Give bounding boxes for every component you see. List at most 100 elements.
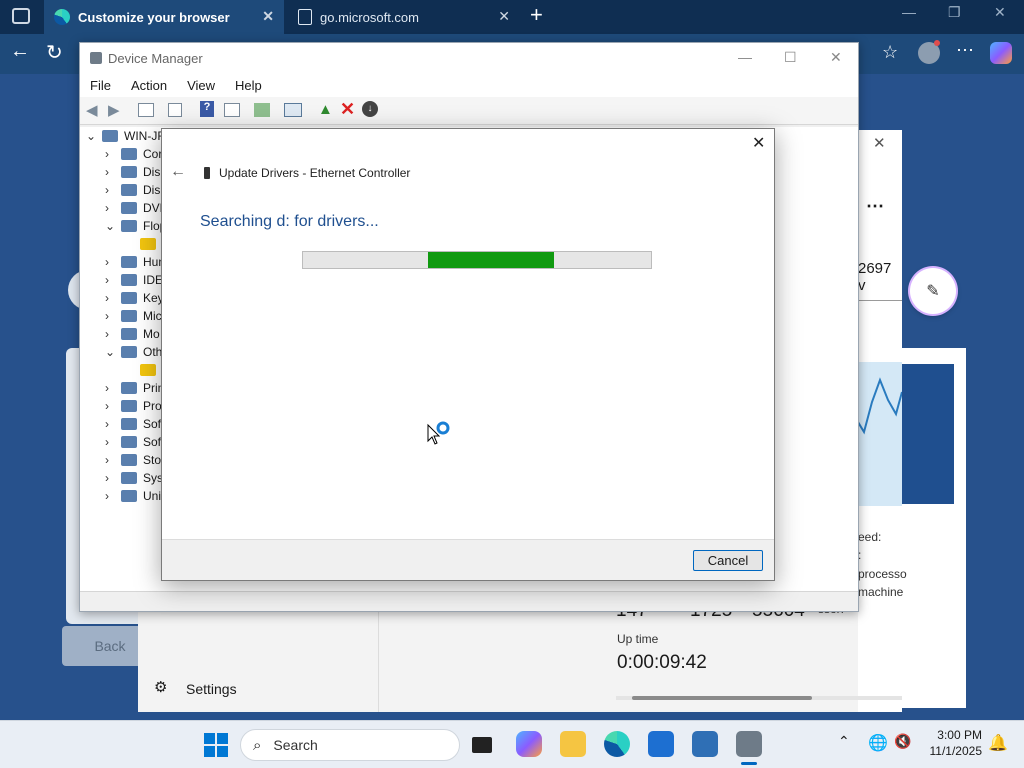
cancel-button[interactable]: Cancel bbox=[693, 550, 763, 571]
chevron-right-icon[interactable]: › bbox=[105, 165, 115, 179]
tree-item[interactable]: ⌄ Oth bbox=[105, 343, 162, 361]
tree-item[interactable]: › Syst bbox=[105, 469, 166, 487]
chevron-right-icon[interactable]: › bbox=[105, 291, 115, 305]
tree-item[interactable]: ⌄ Flop bbox=[105, 217, 166, 235]
copilot-icon[interactable] bbox=[516, 731, 542, 757]
download-icon[interactable]: ↓ bbox=[362, 101, 378, 117]
close-icon[interactable]: ✕ bbox=[994, 4, 1006, 21]
tree-item[interactable]: › IDE bbox=[105, 271, 163, 289]
device-category-icon bbox=[121, 202, 137, 214]
menu-view[interactable]: View bbox=[187, 78, 215, 93]
edge-icon[interactable] bbox=[604, 731, 630, 757]
scrollbar-thumb[interactable] bbox=[632, 696, 812, 700]
tree-item[interactable]: › Univ bbox=[105, 487, 167, 505]
cpu-graph bbox=[858, 362, 902, 506]
update-driver-icon[interactable] bbox=[254, 103, 270, 117]
maximize-icon[interactable]: ❐ bbox=[948, 4, 961, 21]
tab-actions-button[interactable] bbox=[12, 8, 30, 24]
server-manager-icon[interactable] bbox=[692, 731, 718, 757]
tree-item[interactable] bbox=[124, 235, 162, 253]
close-icon[interactable]: ✕ bbox=[752, 133, 765, 153]
back-arrow-icon[interactable]: ← bbox=[10, 40, 30, 63]
volume-muted-icon[interactable]: 🔇 bbox=[894, 733, 911, 750]
chevron-right-icon[interactable]: › bbox=[105, 309, 115, 323]
back-icon[interactable]: ◀ bbox=[86, 101, 98, 119]
close-icon[interactable]: ✕ bbox=[830, 49, 842, 66]
browser-tab-bar: Customize your browser ✕ go.microsoft.co… bbox=[0, 0, 1024, 34]
tree-item[interactable]: › Mo bbox=[105, 325, 160, 343]
notification-bell-icon[interactable]: 🔔 bbox=[988, 733, 1008, 753]
settings-nav-label[interactable]: Settings bbox=[186, 681, 237, 697]
list-view-icon[interactable] bbox=[168, 103, 182, 117]
favorites-icon[interactable]: ☆ bbox=[882, 42, 898, 63]
chevron-right-icon[interactable]: › bbox=[105, 435, 115, 449]
maximize-icon[interactable]: ☐ bbox=[784, 49, 797, 66]
chevron-right-icon[interactable]: › bbox=[105, 471, 115, 485]
chevron-up-icon[interactable]: ⌃ bbox=[838, 733, 850, 750]
clock[interactable]: 3:00 PM 11/1/2025 bbox=[920, 727, 983, 759]
menu-help[interactable]: Help bbox=[235, 78, 262, 93]
tree-item[interactable]: ⌄ WIN-JR bbox=[86, 127, 166, 145]
scan-hardware-icon[interactable] bbox=[284, 103, 302, 117]
tree-item[interactable] bbox=[124, 361, 162, 379]
tree-item[interactable]: › Disl bbox=[105, 163, 163, 181]
uninstall-icon[interactable]: ✕ bbox=[340, 99, 355, 120]
more-options-icon[interactable]: ⋯ bbox=[956, 40, 974, 61]
chevron-right-icon[interactable]: › bbox=[105, 183, 115, 197]
back-arrow-icon[interactable]: ← bbox=[170, 163, 186, 181]
properties-icon[interactable] bbox=[138, 103, 154, 117]
store-icon[interactable] bbox=[648, 731, 674, 757]
chevron-right-icon[interactable]: › bbox=[105, 399, 115, 413]
copilot-icon[interactable] bbox=[990, 42, 1012, 64]
cpu-speed-fragment: 2697 v bbox=[858, 260, 892, 294]
menu-action[interactable]: Action bbox=[131, 78, 167, 93]
refresh-icon[interactable]: ↻ bbox=[46, 40, 63, 65]
tree-item[interactable]: › Soft bbox=[105, 415, 164, 433]
chevron-down-icon[interactable]: ⌄ bbox=[105, 345, 115, 359]
minimize-icon[interactable]: — bbox=[738, 49, 752, 65]
start-button[interactable] bbox=[204, 733, 228, 757]
search-box[interactable]: ⌕ Search bbox=[240, 729, 460, 761]
tree-item[interactable]: › Pro bbox=[105, 397, 162, 415]
minimize-icon[interactable]: — bbox=[902, 4, 916, 20]
tree-item[interactable]: › Key bbox=[105, 289, 164, 307]
chevron-right-icon[interactable]: › bbox=[105, 489, 115, 503]
resources-icon[interactable] bbox=[224, 103, 240, 117]
chevron-down-icon[interactable]: ⌄ bbox=[105, 219, 115, 233]
device-category-icon bbox=[121, 490, 137, 502]
chevron-down-icon[interactable]: ⌄ bbox=[86, 129, 96, 143]
tree-item[interactable]: › DVD bbox=[105, 199, 168, 217]
chevron-right-icon[interactable]: › bbox=[105, 327, 115, 341]
help-icon[interactable]: ? bbox=[200, 101, 214, 117]
tree-item[interactable]: › Hun bbox=[105, 253, 165, 271]
close-tab-icon[interactable]: ✕ bbox=[262, 8, 274, 25]
close-tab-icon[interactable]: ✕ bbox=[498, 8, 510, 25]
close-icon[interactable]: ✕ bbox=[873, 134, 886, 152]
more-options-icon[interactable]: ⋯ bbox=[866, 196, 884, 217]
chevron-right-icon[interactable]: › bbox=[105, 273, 115, 287]
chevron-right-icon[interactable]: › bbox=[105, 255, 115, 269]
globe-icon[interactable]: 🌐 bbox=[868, 733, 888, 753]
task-view-icon[interactable] bbox=[472, 737, 492, 753]
tree-item[interactable]: › Cor bbox=[105, 145, 162, 163]
tab-customize-browser[interactable]: Customize your browser ✕ bbox=[44, 0, 284, 34]
new-tab-button[interactable]: + bbox=[530, 2, 543, 28]
tree-item[interactable]: › Mic bbox=[105, 307, 162, 325]
uptime-value: 0:00:09:42 bbox=[617, 652, 707, 673]
chevron-right-icon[interactable]: › bbox=[105, 381, 115, 395]
menu-file[interactable]: File bbox=[90, 78, 111, 93]
chevron-right-icon[interactable]: › bbox=[105, 201, 115, 215]
forward-icon[interactable]: ▶ bbox=[108, 101, 120, 119]
tab-go-microsoft[interactable]: go.microsoft.com ✕ bbox=[288, 0, 520, 34]
tree-item[interactable]: › Prin bbox=[105, 379, 164, 397]
chevron-right-icon[interactable]: › bbox=[105, 147, 115, 161]
device-manager-taskbar-icon[interactable] bbox=[736, 731, 762, 757]
eyedropper-button[interactable]: ✎ bbox=[910, 268, 956, 314]
file-explorer-icon[interactable] bbox=[560, 731, 586, 757]
chevron-right-icon[interactable]: › bbox=[105, 417, 115, 431]
add-driver-icon[interactable]: ▲ bbox=[318, 101, 333, 118]
tree-item[interactable]: › Stor bbox=[105, 451, 165, 469]
tree-item[interactable]: › Soft bbox=[105, 433, 164, 451]
tree-item[interactable]: › Disp bbox=[105, 181, 167, 199]
chevron-right-icon[interactable]: › bbox=[105, 453, 115, 467]
